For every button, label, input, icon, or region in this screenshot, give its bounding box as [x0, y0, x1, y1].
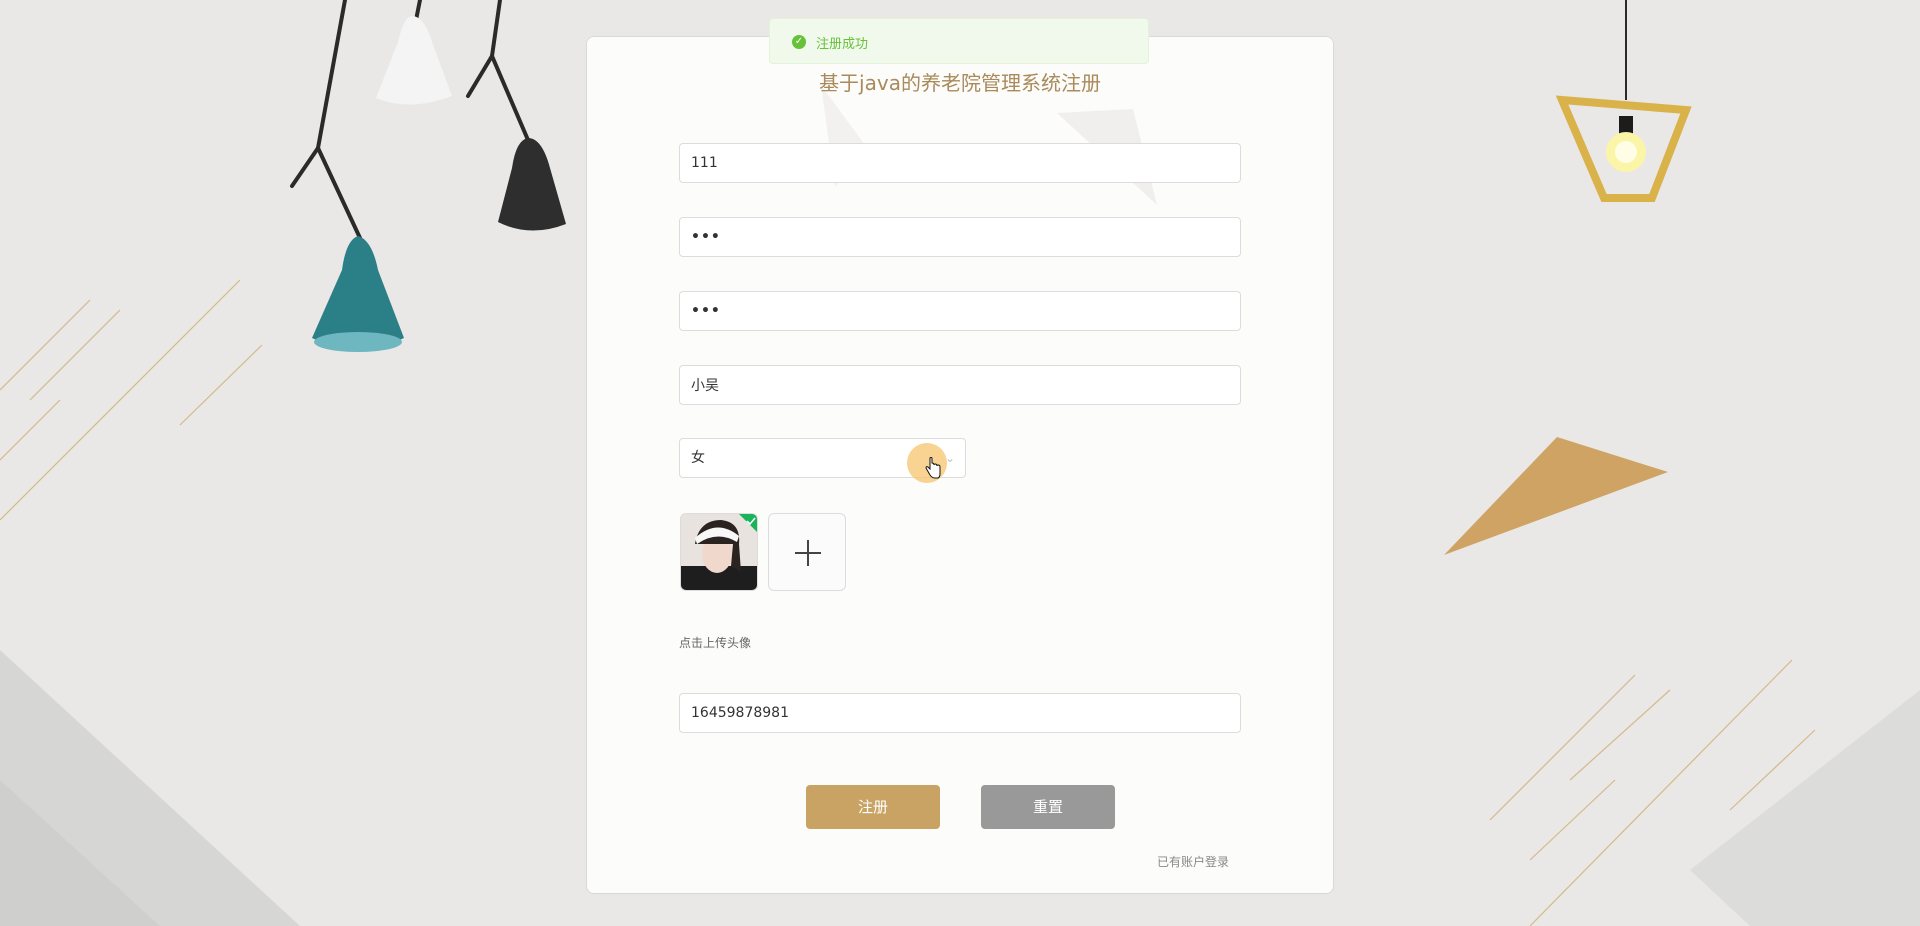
- gender-value: 女: [691, 450, 705, 466]
- avatar-upload-button[interactable]: [768, 513, 846, 591]
- check-circle-icon: ✓: [792, 35, 806, 49]
- register-card: 基于java的养老院管理系统注册 女 ⌄ 点击上传头像 注册 重置 已有账户登录: [586, 36, 1334, 894]
- avatar-hint: 点击上传头像: [679, 636, 752, 650]
- avatar-thumbnail[interactable]: [680, 513, 758, 591]
- login-link[interactable]: 已有账户登录: [1157, 853, 1229, 870]
- name-input[interactable]: [679, 365, 1241, 405]
- password-input[interactable]: [679, 217, 1241, 257]
- account-input[interactable]: [679, 143, 1241, 183]
- page-title: 基于java的养老院管理系统注册: [819, 71, 1101, 95]
- success-toast: ✓ 注册成功: [769, 18, 1149, 64]
- confirm-password-input[interactable]: [679, 291, 1241, 331]
- hand-cursor-icon: [925, 457, 941, 479]
- register-button[interactable]: 注册: [806, 785, 940, 829]
- toast-message: 注册成功: [816, 37, 869, 52]
- phone-input[interactable]: [679, 693, 1241, 733]
- reset-button[interactable]: 重置: [981, 785, 1115, 829]
